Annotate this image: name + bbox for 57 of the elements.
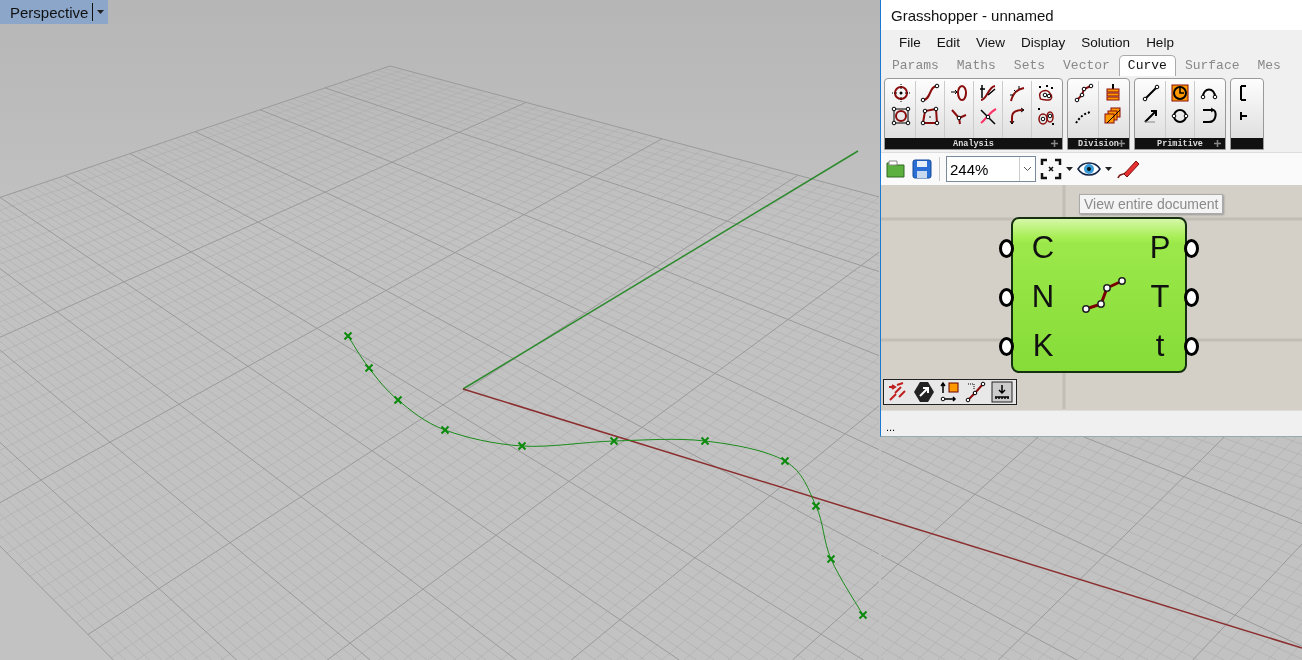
divide-curve-icon[interactable] bbox=[1074, 83, 1094, 103]
region-points-icon[interactable] bbox=[1036, 83, 1056, 103]
viewport-title-button[interactable]: Perspective bbox=[0, 0, 109, 24]
expand-icon[interactable] bbox=[1214, 140, 1221, 147]
menu-item[interactable]: Solution bbox=[1073, 32, 1139, 52]
caret-icon[interactable] bbox=[1105, 167, 1112, 171]
expand-icon[interactable] bbox=[1051, 140, 1058, 147]
input-label: C bbox=[1031, 229, 1055, 266]
circle-in-square-icon[interactable] bbox=[891, 106, 911, 126]
menu-item[interactable]: Help bbox=[1138, 32, 1182, 52]
output-label: T bbox=[1150, 278, 1170, 315]
tab[interactable]: Curve bbox=[1118, 55, 1176, 76]
curve-component[interactable]: C N K P T t bbox=[1011, 217, 1187, 373]
eye-icon[interactable] bbox=[1077, 161, 1101, 177]
canvas[interactable]: View entire document C N K P T t bbox=[881, 185, 1302, 410]
expand-icon[interactable] bbox=[1118, 140, 1125, 147]
stacked-layers-icon[interactable] bbox=[1103, 83, 1123, 103]
polygon-curve-icon[interactable] bbox=[920, 106, 940, 126]
menu-item[interactable]: Display bbox=[1013, 32, 1074, 52]
menu-item[interactable]: View bbox=[968, 32, 1014, 52]
arc-arrows-icon[interactable] bbox=[1007, 106, 1027, 126]
save-icon[interactable] bbox=[911, 158, 933, 180]
input-label: N bbox=[1031, 278, 1055, 315]
tangent-curve-icon[interactable] bbox=[978, 83, 998, 103]
open-folder-icon[interactable] bbox=[885, 158, 907, 180]
window-title: Grasshopper - unnamed bbox=[881, 0, 1302, 30]
tooltip: View entire document bbox=[1079, 194, 1224, 214]
panel-label: Analysis bbox=[953, 138, 994, 149]
square-arrows-icon[interactable] bbox=[939, 381, 961, 403]
panel-label-strip bbox=[1231, 138, 1263, 149]
dashed-curve-icon[interactable] bbox=[965, 381, 987, 403]
caret-icon[interactable] bbox=[1066, 167, 1073, 171]
menu-item[interactable]: Edit bbox=[928, 32, 969, 52]
arrow-ellipse-icon[interactable] bbox=[949, 83, 969, 103]
caret-icon[interactable] bbox=[97, 10, 105, 14]
output-label: t bbox=[1155, 327, 1165, 364]
arrow-hexagon-icon[interactable] bbox=[913, 381, 935, 403]
input-label: K bbox=[1032, 327, 1054, 364]
pencil-icon[interactable] bbox=[1116, 158, 1140, 180]
zoom-extents-icon[interactable] bbox=[1040, 158, 1062, 180]
chevron-down-icon[interactable] bbox=[1023, 166, 1032, 172]
download-icon[interactable] bbox=[991, 381, 1013, 403]
clock-square-icon[interactable] bbox=[1170, 83, 1190, 103]
tick-curve-icon[interactable] bbox=[1007, 83, 1027, 103]
regions-points-icon[interactable] bbox=[1036, 106, 1056, 126]
panel-label: Primitive bbox=[1157, 138, 1203, 149]
line-icon[interactable] bbox=[1141, 83, 1161, 103]
target-icon[interactable] bbox=[891, 83, 911, 103]
s-curve-icon[interactable] bbox=[920, 83, 940, 103]
circle-icon[interactable] bbox=[1170, 106, 1190, 126]
arrows-icon[interactable] bbox=[887, 381, 909, 403]
zoom-combo-box[interactable]: 244% bbox=[946, 156, 1036, 182]
intersect-curve-icon[interactable] bbox=[978, 106, 998, 126]
panel-label: Division bbox=[1078, 138, 1119, 149]
offset-squares-icon[interactable] bbox=[1103, 106, 1123, 126]
output-label: P bbox=[1149, 229, 1171, 266]
menu-item[interactable]: File bbox=[891, 32, 929, 52]
